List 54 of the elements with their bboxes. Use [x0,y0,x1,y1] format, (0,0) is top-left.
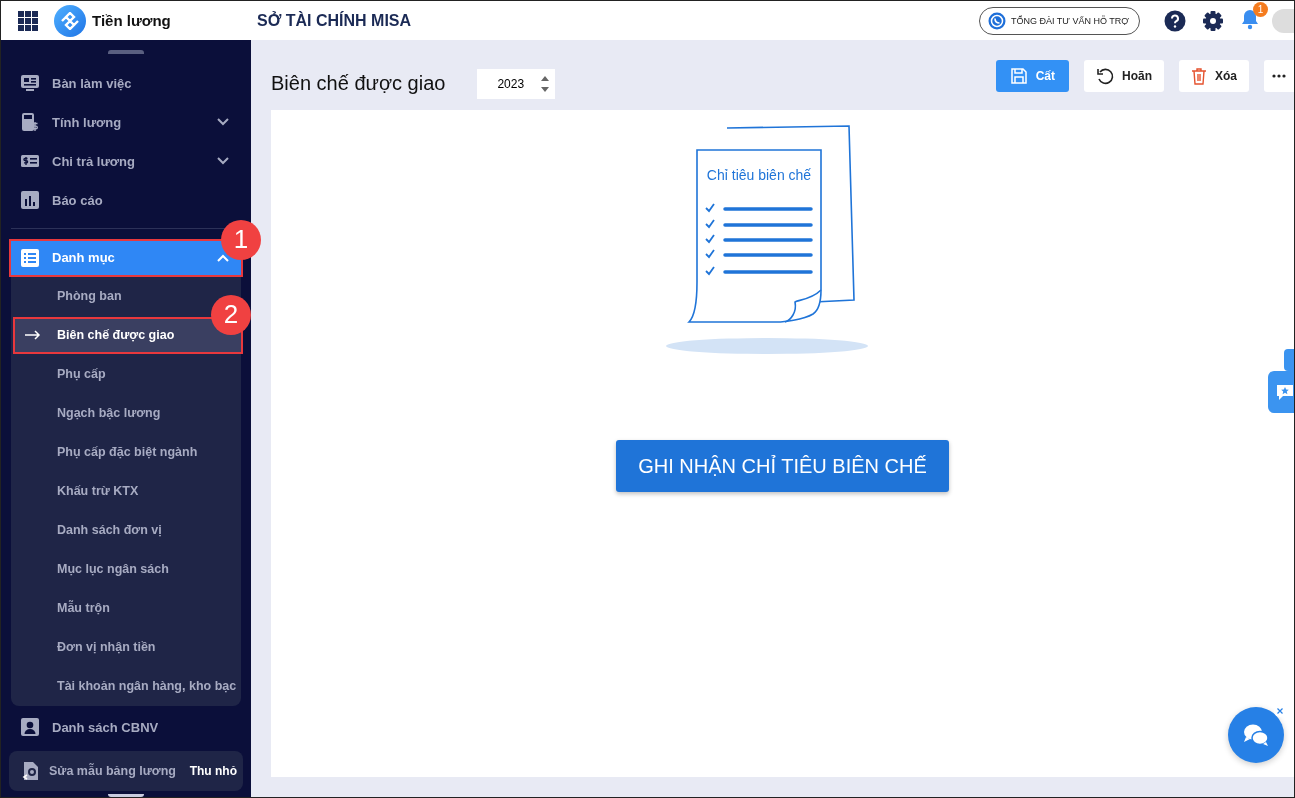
sidebar-item[interactable]: Chi trả lương [1,141,251,181]
submenu-item[interactable]: Đơn vị nhận tiền [11,627,162,667]
close-icon[interactable] [1274,705,1286,717]
undo-button[interactable]: Hoãn [1084,60,1164,92]
record-quota-button[interactable]: GHI NHẬN CHỈ TIÊU BIÊN CHẾ [616,440,949,492]
page-title: Biên chế được giao [271,72,446,95]
submenu-item[interactable]: Khấu trừ KTX [11,471,145,511]
person-card-icon [21,718,39,736]
phone-icon [987,11,1006,30]
trash-icon [1191,67,1207,85]
help-icon[interactable] [1164,9,1186,32]
organization-name: SỞ TÀI CHÍNH MISA [257,11,413,30]
notification-badge: 1 [1253,1,1268,17]
delete-button[interactable]: Xóa [1179,60,1249,92]
submenu-item[interactable]: Phòng ban [11,276,128,316]
more-button[interactable] [1264,60,1294,92]
submenu-item[interactable]: Phụ cấp [11,354,112,394]
arrow-right-icon [25,330,41,340]
calculator-icon [20,112,40,132]
document-checklist-drawing: Chỉ tiêu biên chế [662,122,873,354]
sidebar-item[interactable]: Danh sách CBNV [1,707,251,747]
submenu-item[interactable]: Danh sách đơn vị [11,510,168,550]
star-comment-icon [1276,383,1294,401]
submenu-item[interactable]: Ngạch bậc lương [11,393,167,433]
bar-chart-icon [21,191,39,209]
sidebar-item[interactable]: Báo cáo [1,180,251,220]
feedback-tab[interactable] [1268,371,1294,413]
monitor-icon [20,74,40,92]
chat-bubbles-icon [1242,722,1270,748]
submenu-item[interactable]: Phụ cấp đặc biệt ngành [11,432,204,472]
document-gear-icon [22,760,40,781]
spin-arrows-icon[interactable] [535,68,556,99]
annotation-badge: 2 [211,294,251,335]
undo-icon [1096,67,1114,85]
app-name: Tiền lương [92,12,172,29]
sidebar-item[interactable]: Sửa mẫu bảng lương Thu nhỏ [9,750,243,791]
more-icon [1272,74,1286,78]
logo-icon [54,4,86,37]
year-field[interactable]: 2023 [477,68,536,99]
expand-handle[interactable] [108,793,144,797]
collapse-handle[interactable] [108,50,144,54]
app-grid-icon[interactable] [18,10,38,31]
side-tab[interactable] [1284,349,1294,371]
list-icon [21,248,39,267]
submenu-item[interactable]: Tài khoản ngân hàng, kho bạc [11,666,243,706]
save-icon [1009,67,1028,85]
sidebar-item[interactable]: Bàn làm việc [1,63,251,103]
dollar-card-icon [20,153,40,169]
notification-bell-icon[interactable] [1240,7,1260,30]
sidebar-item[interactable]: Tính lương [1,102,251,142]
submenu-item[interactable]: Mục lục ngân sách [11,549,175,589]
collapse-label[interactable]: Thu nhỏ [189,763,237,778]
submenu-item[interactable]: Mẫu trộn [11,588,116,628]
settings-icon[interactable] [1202,9,1224,32]
